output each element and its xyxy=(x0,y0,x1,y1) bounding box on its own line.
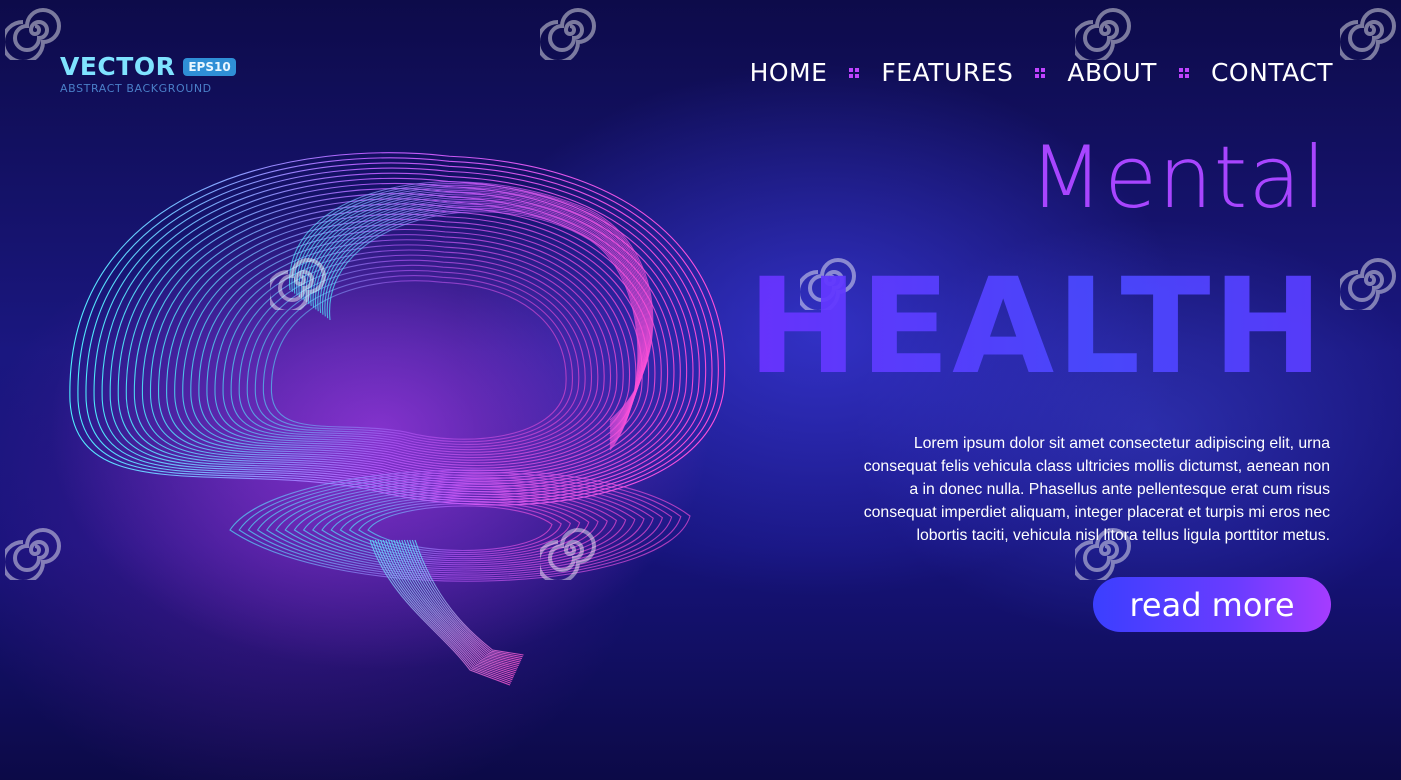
description-line: lobortis taciti, vehicula nisl litora te… xyxy=(916,527,1330,544)
spiral-logo-icon xyxy=(1,520,65,584)
spiral-logo-icon xyxy=(1,0,65,64)
hero-title-health: HEALTH xyxy=(747,250,1325,404)
main-nav: HOME FEATURES ABOUT CONTACT xyxy=(750,58,1333,87)
spiral-logo-icon xyxy=(266,250,330,314)
description-line: consequat imperdiet aliquam, integer pla… xyxy=(863,504,1330,521)
spiral-logo-icon xyxy=(536,0,600,64)
brain-illustration xyxy=(50,152,726,686)
four-dot-square-icon xyxy=(849,67,860,78)
hero-description: Lorem ipsum dolor sit amet consectetur a… xyxy=(750,432,1330,547)
spiral-logo-icon xyxy=(1336,250,1400,314)
brand-logo[interactable]: VECTOR EPS10 ABSTRACT BACKGROUND xyxy=(60,52,236,95)
nav-home[interactable]: HOME xyxy=(750,58,828,87)
description-line: a in donec nulla. Phasellus ante pellent… xyxy=(909,481,1330,498)
description-line: consequat felis vehicula class ultricies… xyxy=(863,458,1330,475)
brand-tagline: ABSTRACT BACKGROUND xyxy=(60,82,212,95)
four-dot-square-icon xyxy=(1035,67,1046,78)
spiral-logo-icon xyxy=(536,520,600,584)
brand-name: VECTOR xyxy=(60,52,176,81)
brand-badge: EPS10 xyxy=(183,57,236,76)
nav-about[interactable]: ABOUT xyxy=(1067,58,1157,87)
nav-contact[interactable]: CONTACT xyxy=(1211,58,1333,87)
spiral-logo-icon xyxy=(1071,0,1135,64)
four-dot-square-icon xyxy=(1178,67,1189,78)
hero-title-mental: Mental xyxy=(1029,128,1327,228)
spiral-logo-icon xyxy=(1336,0,1400,64)
nav-features[interactable]: FEATURES xyxy=(881,58,1013,87)
description-line: Lorem ipsum dolor sit amet consectetur a… xyxy=(913,435,1330,452)
read-more-button[interactable]: read more xyxy=(1093,577,1331,632)
